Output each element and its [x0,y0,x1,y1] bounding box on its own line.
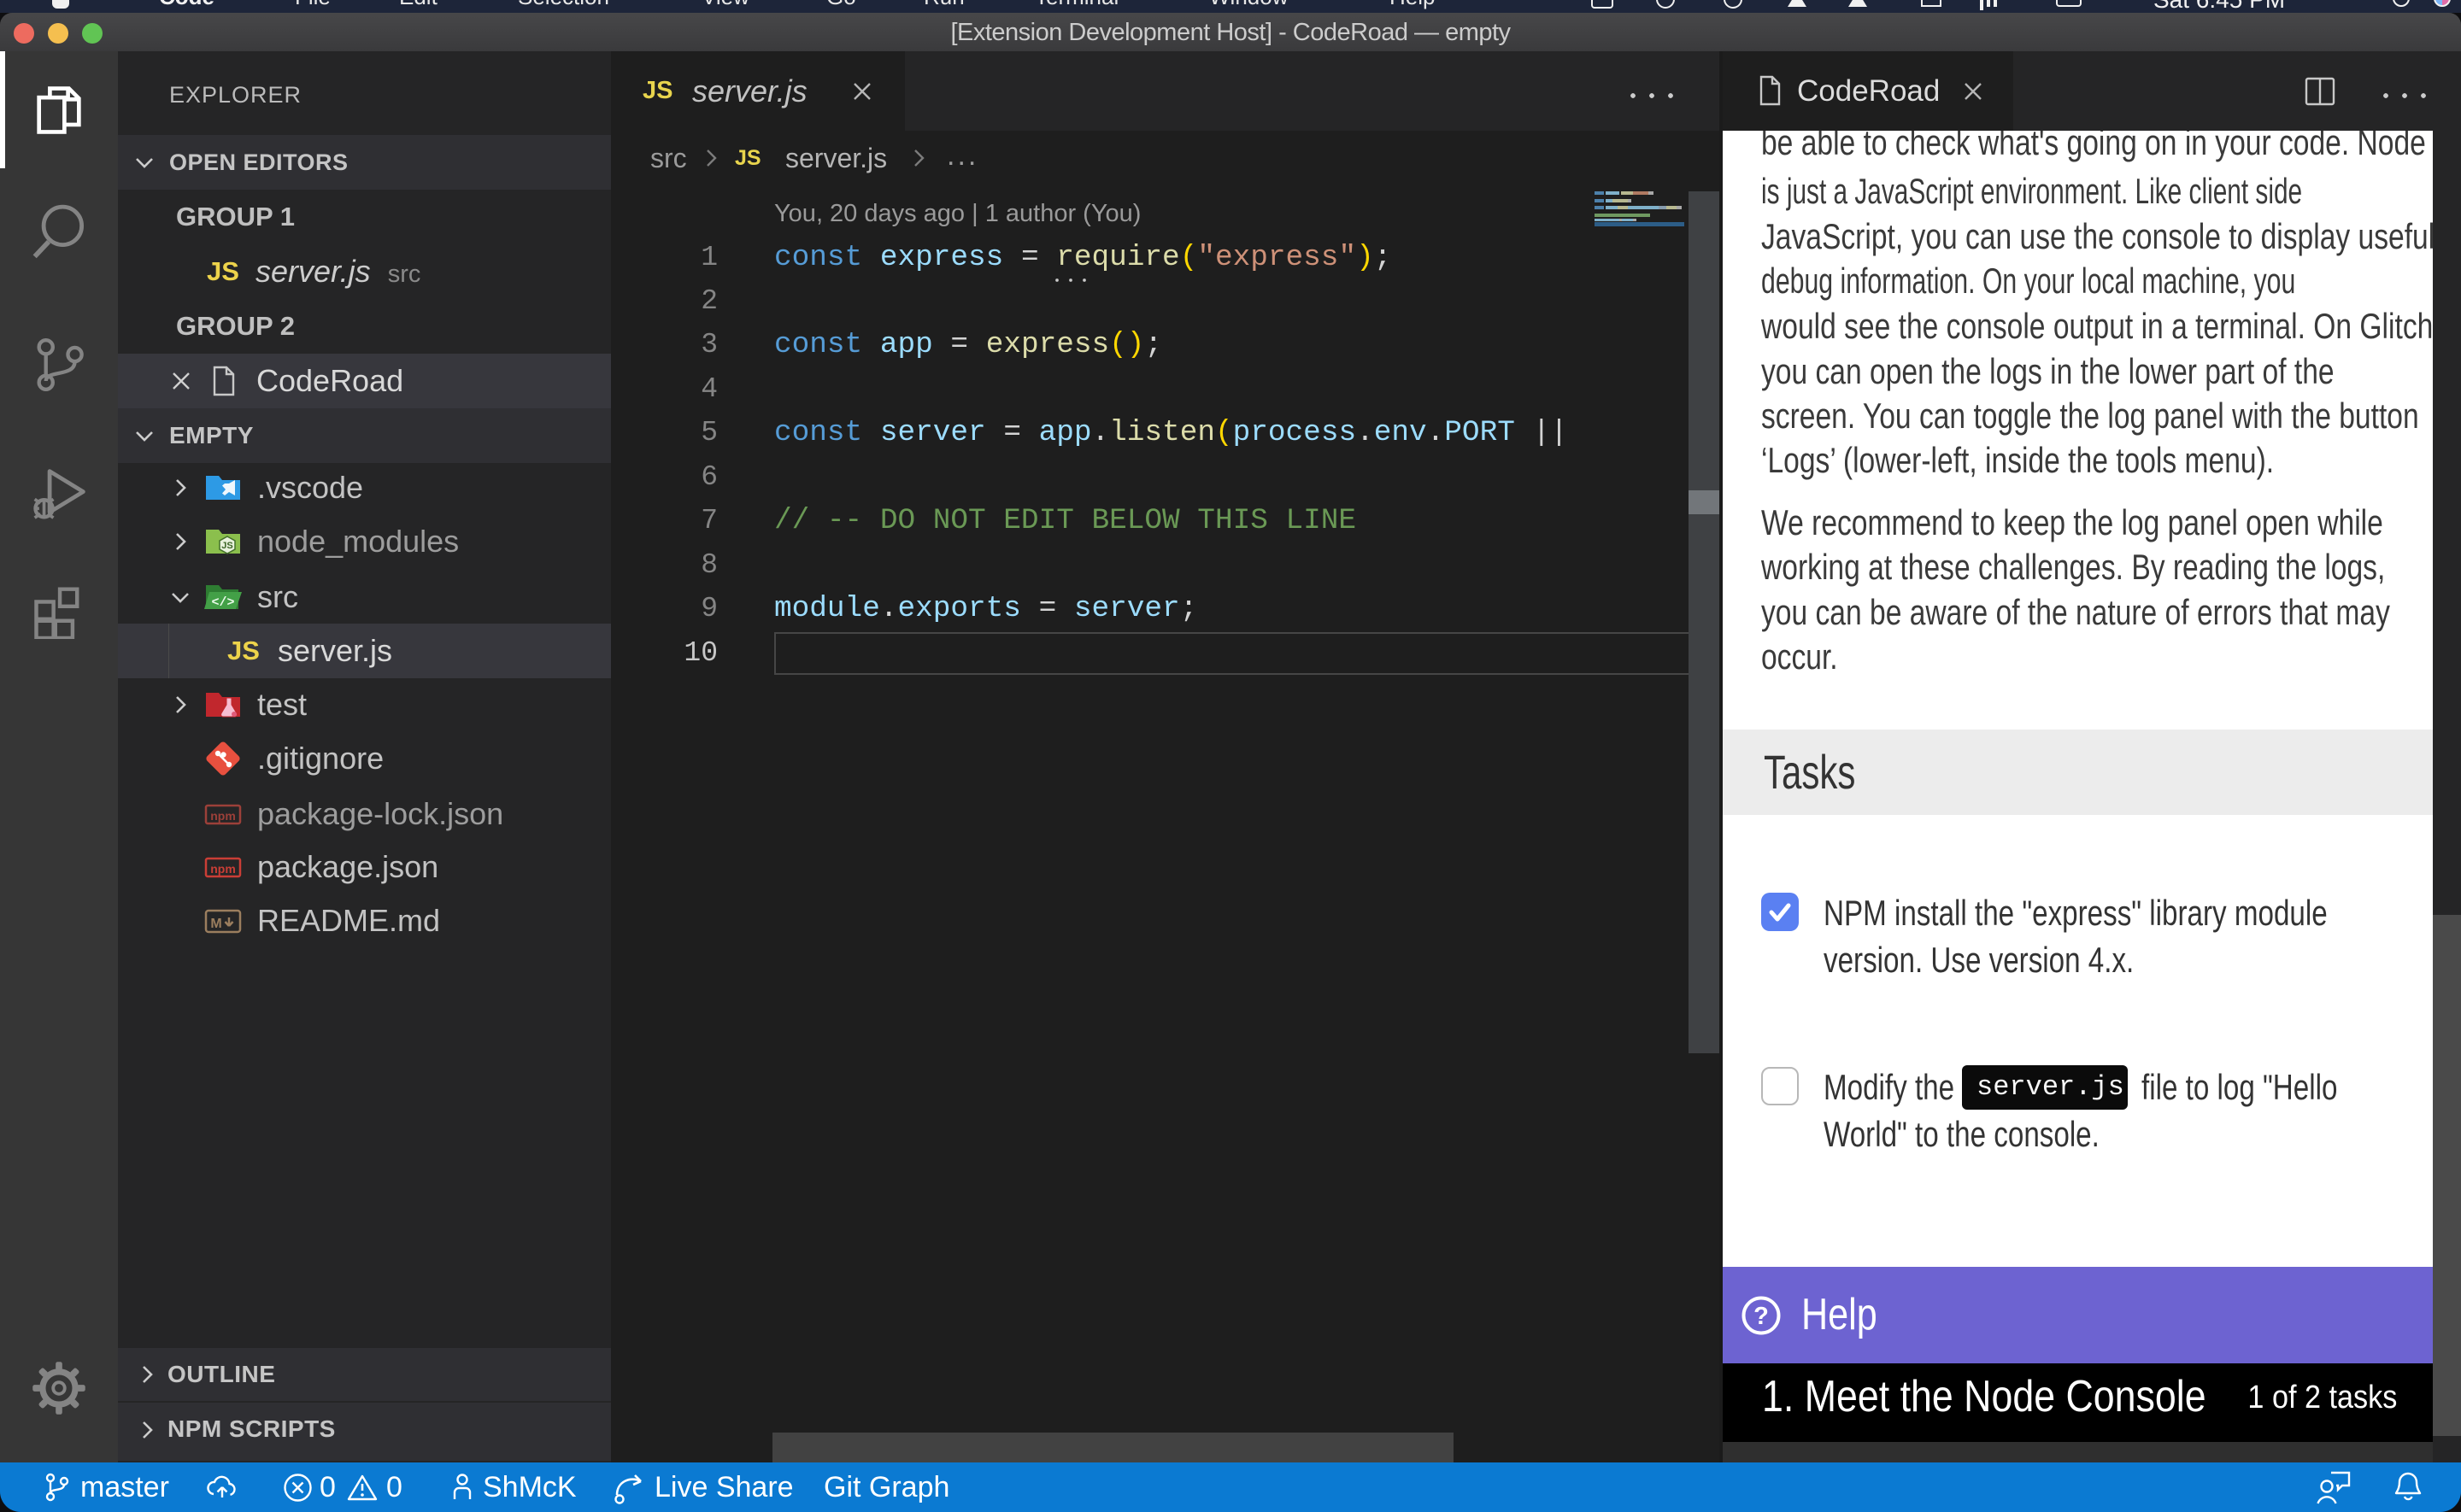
svg-text:npm: npm [210,862,236,876]
svg-text:M: M [210,917,221,931]
svg-text:npm: npm [210,809,236,823]
svg-text:</>: </> [211,595,234,610]
svg-text:JS: JS [221,541,232,551]
svg-text:?: ? [1753,1303,1769,1330]
